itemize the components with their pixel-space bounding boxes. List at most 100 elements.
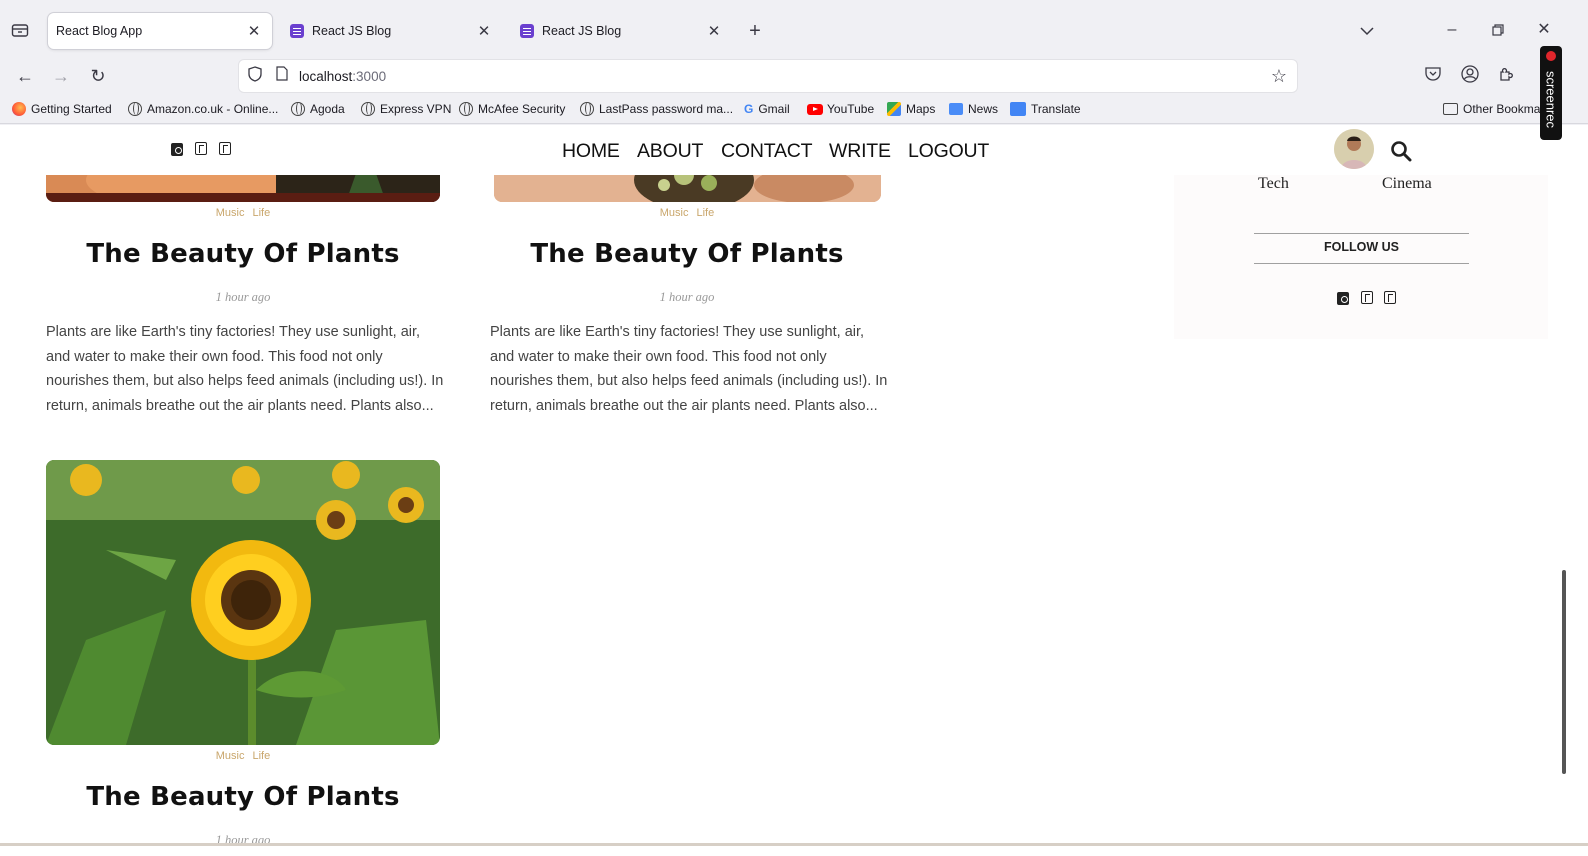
tab-label: React JS Blog [542, 24, 622, 38]
tab-react-js-blog-2[interactable]: React JS Blog ✕ [508, 13, 732, 49]
sidebar-category[interactable]: Tech [1258, 175, 1289, 193]
divider [1254, 233, 1469, 234]
favicon-icon [520, 24, 534, 38]
category-tag[interactable]: Music [216, 750, 245, 762]
pocket-icon[interactable] [1422, 66, 1444, 87]
follow-us-title: FOLLOW US [1324, 240, 1399, 254]
post-date: 1 hour ago [215, 290, 271, 304]
url-port: :3000 [352, 69, 387, 84]
post-image[interactable] [46, 460, 440, 745]
twitter-icon[interactable] [1384, 291, 1396, 304]
nav-logout[interactable]: LOGOUT [908, 140, 989, 163]
account-icon[interactable] [1459, 65, 1481, 89]
bookmark-label: Express VPN [380, 102, 452, 116]
reload-icon[interactable]: ↻ [87, 66, 109, 86]
post-title[interactable]: The Beauty Of Plants [46, 239, 440, 269]
url-text[interactable]: localhost:3000 [299, 69, 386, 84]
search-icon[interactable] [1390, 140, 1412, 162]
bookmark-news[interactable]: News [949, 102, 998, 116]
facebook-icon[interactable] [1361, 291, 1373, 304]
post-description: Plants are like Earth's tiny factories! … [490, 324, 888, 414]
bookmark-express-vpn[interactable]: Express VPN [361, 102, 451, 116]
globe-icon [580, 102, 594, 116]
globe-icon [128, 102, 142, 116]
page-viewport: HOME ABOUT CONTACT WRITE LOGOUT Music Lif… [0, 125, 1588, 843]
tab-list-icon[interactable] [10, 22, 30, 44]
tab-label: React JS Blog [312, 24, 392, 38]
sidebar: Tech Cinema FOLLOW US [1174, 175, 1548, 339]
firefox-icon [12, 102, 26, 116]
category-tag[interactable]: Music [216, 207, 245, 219]
divider [1254, 263, 1469, 264]
bookmark-agoda[interactable]: Agoda [291, 102, 345, 116]
bookmark-label: Other Bookma [1463, 102, 1541, 116]
screen-recorder-badge[interactable]: screenrec [1540, 46, 1562, 140]
post-title[interactable]: The Beauty Of Plants [46, 782, 440, 812]
bookmark-label: YouTube [827, 102, 875, 116]
bookmark-getting-started[interactable]: Getting Started [12, 102, 112, 116]
extensions-icon[interactable] [1496, 65, 1518, 89]
bookmark-lastpass[interactable]: LastPass password ma... [580, 102, 733, 116]
url-host: localhost [299, 69, 353, 84]
shield-icon[interactable] [245, 66, 265, 88]
navigation-toolbar: ← → ↻ localhost:3000 ☆ [0, 56, 1588, 96]
post-categories: Music Life [46, 750, 440, 762]
window-close-icon[interactable]: ✕ [1534, 20, 1554, 40]
bookmark-maps[interactable]: Maps [887, 102, 935, 116]
google-icon: G [744, 102, 754, 116]
favicon-icon [290, 24, 304, 38]
avatar[interactable] [1334, 129, 1374, 169]
bookmark-label: McAfee Security [478, 102, 566, 116]
scrollbar-thumb[interactable] [1562, 570, 1566, 774]
browser-window: React Blog App ✕ React JS Blog ✕ React J… [0, 0, 1588, 856]
window-bottom-fill [0, 846, 1588, 856]
close-icon[interactable]: ✕ [704, 22, 724, 40]
facebook-icon[interactable] [195, 142, 207, 155]
globe-icon [459, 102, 473, 116]
restore-icon[interactable] [1488, 22, 1508, 42]
bookmark-translate[interactable]: Translate [1010, 102, 1081, 116]
tab-react-js-blog[interactable]: React JS Blog ✕ [278, 13, 502, 49]
sidebar-category[interactable]: Cinema [1382, 175, 1432, 193]
address-bar[interactable]: localhost:3000 ☆ [238, 59, 1298, 93]
bookmark-gmail[interactable]: G Gmail [744, 102, 790, 116]
nav-about[interactable]: ABOUT [637, 140, 703, 163]
bookmark-label: News [968, 102, 999, 116]
close-icon[interactable]: ✕ [474, 22, 494, 40]
star-icon[interactable]: ☆ [1269, 66, 1289, 86]
instagram-icon[interactable] [1337, 292, 1349, 305]
category-tag[interactable]: Life [252, 207, 270, 219]
twitter-icon[interactable] [219, 142, 231, 155]
bookmark-amazon[interactable]: Amazon.co.uk - Online... [128, 102, 278, 116]
nav-contact[interactable]: CONTACT [721, 140, 813, 163]
bookmark-mcafee[interactable]: McAfee Security [459, 102, 565, 116]
minimize-icon[interactable]: – [1442, 20, 1462, 40]
news-icon [949, 103, 963, 115]
bookmark-other[interactable]: Other Bookma [1443, 102, 1540, 116]
category-tag[interactable]: Life [252, 750, 270, 762]
category-tag[interactable]: Music [660, 207, 689, 219]
nav-home[interactable]: HOME [562, 140, 620, 163]
bookmark-youtube[interactable]: YouTube [807, 102, 874, 116]
recorder-label: screenrec [1543, 70, 1559, 129]
forward-arrow-icon[interactable]: → [50, 66, 72, 86]
translate-icon [1010, 102, 1026, 116]
new-tab-plus-icon[interactable]: + [744, 21, 766, 41]
tab-label: React Blog App [56, 24, 143, 38]
category-tag[interactable]: Life [696, 207, 714, 219]
globe-icon [291, 102, 305, 116]
instagram-icon[interactable] [171, 143, 183, 156]
close-icon[interactable]: ✕ [244, 22, 264, 40]
chevron-down-icon[interactable] [1356, 22, 1378, 42]
youtube-icon [807, 103, 823, 115]
back-arrow-icon[interactable]: ← [14, 66, 36, 86]
page-icon[interactable] [272, 66, 292, 87]
bookmark-label: Translate [1031, 102, 1081, 116]
nav-write[interactable]: WRITE [829, 140, 891, 163]
post-categories: Music Life [490, 207, 884, 219]
tab-react-blog-app[interactable]: React Blog App ✕ [48, 13, 272, 49]
post-title[interactable]: The Beauty Of Plants [490, 239, 884, 269]
bookmark-label: Maps [906, 102, 936, 116]
folder-icon [1443, 103, 1458, 115]
post-categories: Music Life [46, 207, 440, 219]
